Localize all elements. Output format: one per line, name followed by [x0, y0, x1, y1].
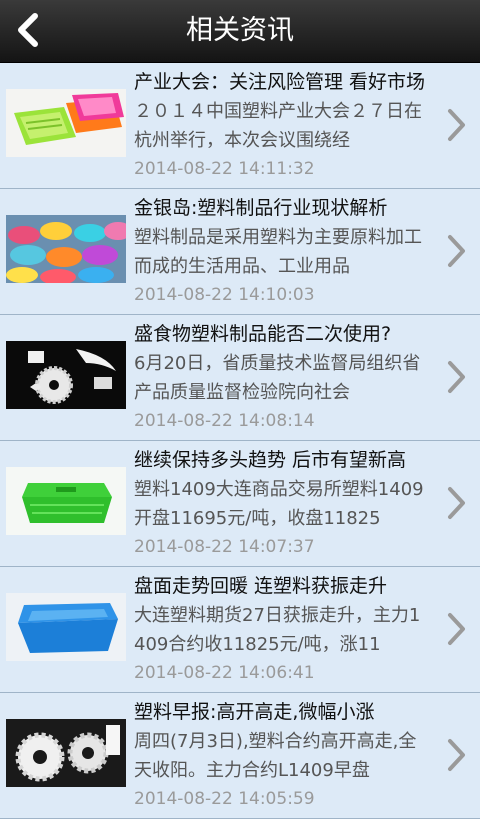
chevron-right-icon	[448, 109, 465, 141]
news-summary: 大连塑料期货27日获振走升，主力1409合约收11825元/吨，涨11	[134, 605, 421, 655]
news-title: 塑料早报:高开高走,微幅小涨	[134, 701, 375, 723]
news-title: 金银岛:塑料制品行业现状解析	[134, 197, 388, 219]
news-title: 盛食物塑料制品能否二次使用?	[134, 323, 392, 345]
news-thumbnail	[6, 215, 126, 283]
news-title: 盘面走势回暖 连塑料获振走升	[134, 575, 388, 597]
news-summary: 6月20日，省质量技术监督局组织省产品质量监督检验院向社会	[134, 353, 421, 403]
news-summary: 周四(7月3日),塑料合约高开高走,全天收阳。主力合约L1409早盘	[134, 731, 417, 781]
news-date: 2014-08-22 14:11:32	[134, 159, 315, 179]
chevron-right-icon	[448, 235, 465, 267]
news-thumbnail	[6, 89, 126, 157]
news-thumbnail	[6, 467, 126, 535]
news-date: 2014-08-22 14:08:14	[134, 411, 315, 431]
news-date: 2014-08-22 14:10:03	[134, 285, 315, 305]
news-item[interactable]: 盘面走势回暖 连塑料获振走升 大连塑料期货27日获振走升，主力1409合约收11…	[0, 567, 480, 693]
news-item[interactable]: 继续保持多头趋势 后市有望新高 塑料1409大连商品交易所塑料1409开盘116…	[0, 441, 480, 567]
news-item[interactable]: 盛食物塑料制品能否二次使用? 6月20日，省质量技术监督局组织省产品质量监督检验…	[0, 315, 480, 441]
news-item[interactable]: 产业大会：关注风险管理 看好市场 ２０１４中国塑料产业大会２７日在杭州举行，本次…	[0, 63, 480, 189]
news-summary: ２０１４中国塑料产业大会２７日在杭州举行，本次会议围绕经	[134, 101, 422, 151]
news-item[interactable]: 塑料早报:高开高走,微幅小涨 周四(7月3日),塑料合约高开高走,全天收阳。主力…	[0, 693, 480, 819]
news-title: 继续保持多头趋势 后市有望新高	[134, 449, 407, 471]
news-date: 2014-08-22 14:07:37	[134, 537, 315, 557]
news-item[interactable]: 金银岛:塑料制品行业现状解析 塑料制品是采用塑料为主要原料加工而成的生活用品、工…	[0, 189, 480, 315]
news-date: 2014-08-22 14:06:41	[134, 663, 315, 683]
news-thumbnail	[6, 719, 126, 787]
news-date: 2014-08-22 14:05:59	[134, 789, 315, 809]
title-bar: 相关资讯	[0, 0, 480, 63]
chevron-right-icon	[448, 487, 465, 519]
news-thumbnail	[6, 593, 126, 661]
chevron-right-icon	[448, 739, 465, 771]
page-title: 相关资讯	[186, 15, 294, 46]
chevron-right-icon	[448, 613, 465, 645]
chevron-right-icon	[448, 361, 465, 393]
news-summary: 塑料制品是采用塑料为主要原料加工而成的生活用品、工业用品	[134, 227, 422, 277]
news-title: 产业大会：关注风险管理 看好市场	[134, 71, 426, 93]
news-list: 产业大会：关注风险管理 看好市场 ２０１４中国塑料产业大会２７日在杭州举行，本次…	[0, 63, 480, 819]
news-thumbnail	[6, 341, 126, 409]
news-summary: 塑料1409大连商品交易所塑料1409开盘11695元/吨，收盘11825	[134, 479, 424, 529]
